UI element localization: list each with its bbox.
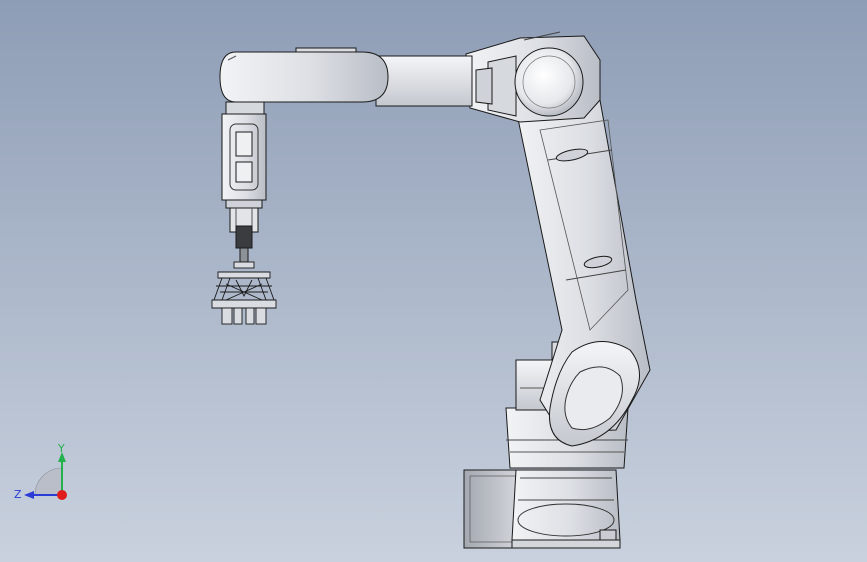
orientation-triad: Y Z: [14, 442, 67, 501]
z-axis-arrow: [24, 491, 34, 499]
x-axis-point: [57, 490, 67, 500]
robot-arm-model[interactable]: [0, 0, 867, 562]
graphics-viewport[interactable]: Y Z: [0, 0, 867, 562]
z-axis-label: Z: [14, 488, 22, 501]
upper-arm-link[interactable]: [219, 47, 473, 107]
wrist-assembly[interactable]: [221, 101, 267, 263]
y-axis-label: Y: [57, 442, 65, 455]
triad-quadrant-shading: [34, 467, 63, 496]
shoulder-joint[interactable]: [465, 31, 601, 123]
gripper-end-effector[interactable]: [211, 261, 277, 325]
